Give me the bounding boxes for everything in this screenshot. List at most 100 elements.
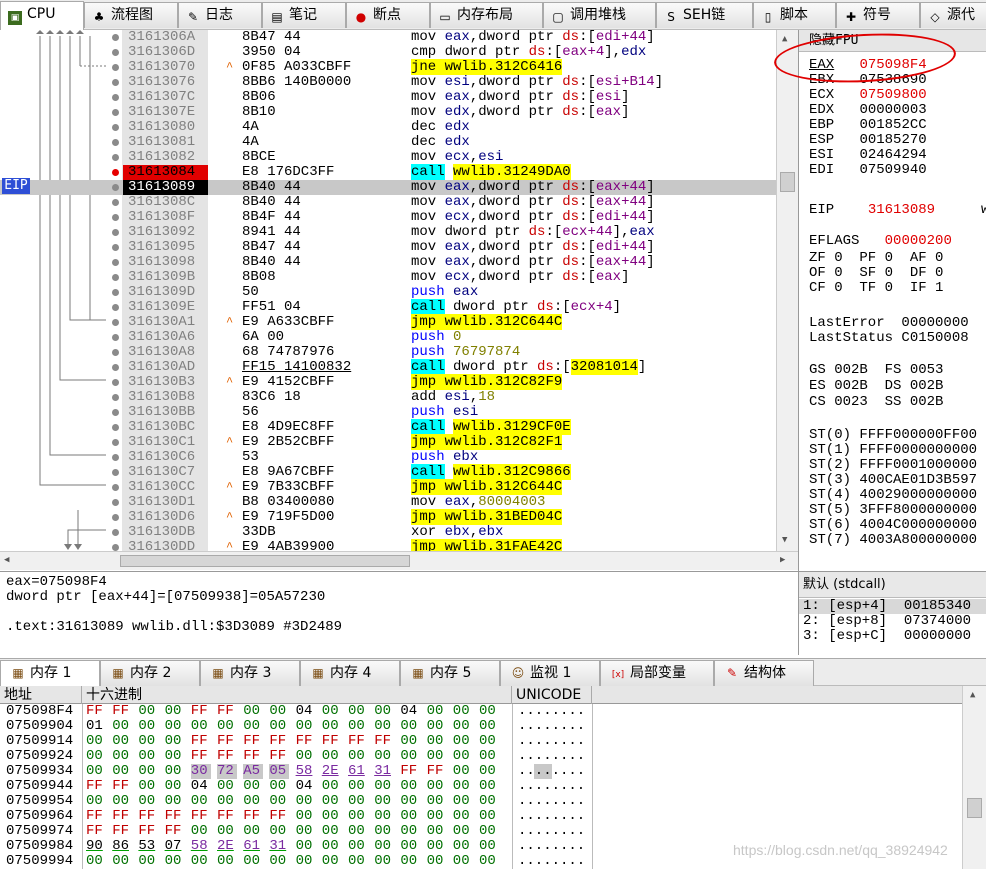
fpu-register[interactable]: ST(6) 4004C000000000 (809, 518, 977, 533)
disasm-row[interactable]: 31613084 E8 176DC3FF call wwlib.31249DA0 (0, 164, 776, 180)
dump-byte[interactable]: 00 (217, 719, 237, 734)
last-status[interactable]: LastStatus C0150008 (809, 331, 969, 346)
dump-byte[interactable]: 2E (322, 764, 342, 779)
instruction-dot-icon[interactable] (112, 199, 119, 206)
disasm-row[interactable]: 3161309B 8B08 mov ecx,dword ptr ds:[eax] (0, 270, 776, 285)
dump-byte[interactable]: 04 (296, 704, 316, 719)
instruction-dot-icon[interactable] (112, 49, 119, 56)
disasm-row[interactable]: 3161306D 3950 04 cmp dword ptr ds:[eax+4],… (0, 45, 776, 60)
dump-byte[interactable]: FF (269, 749, 289, 764)
dump-byte[interactable]: 00 (86, 764, 106, 779)
instruction-dot-icon[interactable] (112, 334, 119, 341)
dump-byte[interactable]: FF (269, 734, 289, 749)
dump-byte[interactable]: FF (191, 809, 211, 824)
dump-byte[interactable]: FF (217, 734, 237, 749)
tab-notes[interactable]: ▤ 笔记 (262, 2, 346, 28)
dump-byte[interactable]: 90 (86, 839, 106, 854)
dump-byte[interactable]: FF (138, 824, 158, 839)
dump-byte[interactable]: 00 (374, 779, 394, 794)
dump-byte[interactable]: 00 (86, 854, 106, 869)
disasm-row[interactable]: 316130D6 ^ E9 719F5D00 jmp wwlib.31BED04C (0, 509, 776, 525)
dump-byte[interactable]: 00 (296, 719, 316, 734)
dump-byte[interactable]: 00 (427, 704, 447, 719)
dump-byte[interactable]: 00 (400, 749, 420, 764)
instruction-dot-icon[interactable] (112, 304, 119, 311)
dump-byte[interactable]: 00 (165, 719, 185, 734)
tab-source[interactable]: ◇ 源代 (920, 2, 986, 28)
reg-edx[interactable]: EDX 00000003 (809, 103, 927, 118)
dump-byte[interactable]: 00 (427, 824, 447, 839)
instruction-dot-icon[interactable] (112, 394, 119, 401)
tab-symbols[interactable]: ✚ 符号 (836, 2, 920, 28)
tab-内存-4[interactable]: ▦ 内存 4 (300, 660, 400, 686)
dump-byte[interactable]: 00 (427, 779, 447, 794)
flags-line[interactable]: ZF 0 PF 0 AF 0 (809, 251, 943, 266)
disasm-row[interactable]: 316130C7 E8 9A67CBFF call wwlib.312C9866 (0, 464, 776, 480)
instruction-dot-icon[interactable] (112, 229, 119, 236)
dump-byte[interactable]: 00 (322, 704, 342, 719)
dump-byte[interactable]: 00 (479, 704, 499, 719)
dump-byte[interactable]: 00 (453, 764, 473, 779)
dump-byte[interactable]: FF (348, 734, 368, 749)
dump-byte[interactable]: 00 (112, 719, 132, 734)
dump-byte[interactable]: FF (86, 704, 106, 719)
dump-byte[interactable]: 00 (243, 779, 263, 794)
dump-byte[interactable]: 00 (374, 824, 394, 839)
instruction-dot-icon[interactable] (112, 499, 119, 506)
instruction-dot-icon[interactable] (112, 319, 119, 326)
dump-vertical-scrollbar[interactable]: ▲ (962, 686, 986, 869)
dump-byte[interactable]: 00 (348, 809, 368, 824)
disasm-row[interactable]: 31613076 8BB6 140B0000 mov esi,dword ptr d… (0, 75, 776, 90)
dump-byte[interactable]: 00 (348, 794, 368, 809)
dump-byte[interactable]: 00 (374, 704, 394, 719)
stack-arg-row[interactable]: 3: [esp+C] 00000000 (803, 629, 971, 644)
registers-panel[interactable]: 隐藏FPU EAX 075098F4 EBX 07538690 ECX 075098… (798, 30, 986, 571)
dump-byte[interactable]: FF (243, 734, 263, 749)
disasm-row[interactable]: 3161309D 50 push eax (0, 285, 776, 300)
disasm-row[interactable]: 31613098 8B40 44 mov eax,dword ptr ds:[eax… (0, 255, 776, 270)
scroll-up-arrow-icon[interactable]: ▲ (970, 690, 975, 700)
dump-byte[interactable]: 07 (165, 839, 185, 854)
scroll-thumb[interactable] (780, 172, 795, 192)
disasm-row[interactable]: 316130B8 83C6 18 add esi,18 (0, 390, 776, 405)
dump-byte[interactable]: 00 (479, 809, 499, 824)
fpu-register[interactable]: ST(4) 40029000000000 (809, 488, 977, 503)
stack-args-panel[interactable]: 默认 (stdcall) 1: [esp+4] 00185340 2: [esp… (798, 571, 986, 655)
disasm-row[interactable]: 316130BB 56 push esi (0, 405, 776, 420)
disasm-row[interactable]: 316130AD FF15 14100832 call dword ptr ds:[… (0, 359, 776, 375)
dump-byte[interactable]: 00 (374, 839, 394, 854)
dump-row[interactable]: 07509974 FF FF FF FF 00 00 00 00 00 00 00 00 00 00 00 00… (0, 824, 960, 839)
dump-byte[interactable]: FF (112, 809, 132, 824)
segment-line[interactable]: CS 0023 SS 002B (809, 395, 943, 410)
dump-byte[interactable]: 30 (190, 764, 211, 779)
dump-byte[interactable]: 00 (348, 704, 368, 719)
dump-row[interactable]: 07509934 00 00 00 00 30 72 A5 05 58 2E 61 31 FF FF 00 00… (0, 764, 960, 779)
scroll-left-arrow-icon[interactable]: ◀ (4, 555, 9, 565)
dump-byte[interactable]: FF (165, 824, 185, 839)
dump-byte[interactable]: 00 (374, 794, 394, 809)
instruction-dot-icon[interactable] (112, 469, 119, 476)
dump-byte[interactable]: 00 (479, 734, 499, 749)
dump-byte[interactable]: 00 (453, 824, 473, 839)
dump-byte[interactable]: 00 (269, 794, 289, 809)
dump-byte[interactable]: 00 (427, 854, 447, 869)
disasm-row[interactable]: 316130A1 ^ E9 A633CBFF jmp wwlib.312C644C (0, 314, 776, 330)
instruction-dot-icon[interactable] (112, 379, 119, 386)
dump-byte[interactable]: 00 (217, 854, 237, 869)
hscroll-thumb[interactable] (120, 555, 410, 567)
tab-局部变量[interactable]: [x] 局部变量 (600, 660, 714, 686)
dump-byte[interactable]: 00 (453, 839, 473, 854)
disasm-row[interactable]: 3161307C 8B06 mov eax,dword ptr ds:[esi] (0, 90, 776, 105)
dump-byte[interactable]: FF (138, 809, 158, 824)
dump-byte[interactable]: 00 (165, 749, 185, 764)
dump-byte[interactable]: 00 (243, 824, 263, 839)
dump-row[interactable]: 07509924 00 00 00 00 FF FF FF FF 00 00 00 00 00 00 00 00… (0, 749, 960, 764)
flags-line[interactable]: CF 0 TF 0 IF 1 (809, 281, 943, 296)
dump-byte[interactable]: 00 (296, 839, 316, 854)
dump-byte[interactable]: 00 (191, 824, 211, 839)
dump-byte[interactable]: 00 (86, 794, 106, 809)
dump-byte[interactable]: 00 (296, 749, 316, 764)
dump-byte[interactable]: 00 (296, 809, 316, 824)
dump-byte[interactable]: 00 (348, 839, 368, 854)
dump-byte[interactable]: 00 (427, 734, 447, 749)
